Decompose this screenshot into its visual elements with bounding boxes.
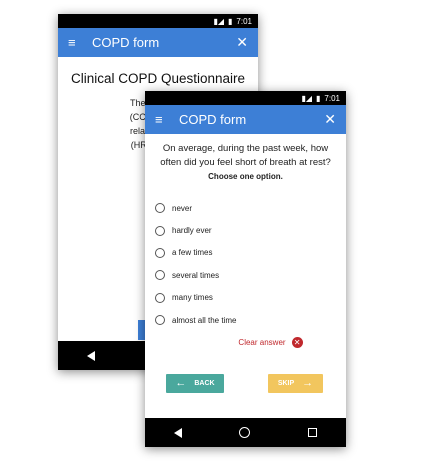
page-title: Clinical COPD Questionnaire bbox=[70, 71, 246, 86]
options-list: never hardly ever a few times several ti… bbox=[145, 197, 346, 331]
radio-button[interactable] bbox=[155, 292, 165, 303]
battery-icon: ▮ bbox=[316, 93, 321, 103]
option-a-few-times[interactable]: a few times bbox=[155, 242, 346, 264]
radio-button[interactable] bbox=[155, 247, 165, 258]
battery-icon: ▮ bbox=[228, 16, 233, 26]
status-time: 7:01 bbox=[236, 16, 252, 26]
clear-answer-button[interactable]: Clear answer ✕ bbox=[145, 337, 346, 349]
front-phone-screen: ▮◢ ▮ 7:01 ≡ COPD form ✕ On average, duri… bbox=[145, 91, 346, 447]
clear-answer-label: Clear answer bbox=[238, 338, 286, 348]
nav-bar bbox=[145, 418, 346, 447]
option-label: a few times bbox=[172, 248, 213, 258]
nav-back-icon[interactable] bbox=[86, 350, 95, 361]
radio-button[interactable] bbox=[155, 203, 165, 214]
app-bar: ≡ COPD form ✕ bbox=[58, 28, 258, 57]
radio-button[interactable] bbox=[155, 225, 165, 236]
nav-home-icon[interactable] bbox=[239, 427, 251, 438]
signal-icon: ▮◢ bbox=[213, 16, 225, 26]
option-label: never bbox=[172, 203, 193, 213]
status-time: 7:01 bbox=[324, 93, 340, 103]
nav-recent-icon[interactable] bbox=[308, 428, 318, 437]
radio-button[interactable] bbox=[155, 315, 165, 326]
menu-icon[interactable]: ≡ bbox=[155, 112, 171, 127]
option-label: almost all the time bbox=[172, 315, 237, 325]
menu-icon[interactable]: ≡ bbox=[68, 35, 84, 50]
status-bar: ▮◢ ▮ 7:01 bbox=[58, 14, 258, 28]
clear-circle-icon[interactable]: ✕ bbox=[291, 337, 303, 349]
skip-button-label: SKIP bbox=[277, 380, 295, 387]
option-several-times[interactable]: several times bbox=[155, 264, 346, 286]
app-bar: ≡ COPD form ✕ bbox=[145, 105, 346, 134]
question-text: On average, during the past week, how of… bbox=[160, 143, 331, 168]
radio-button[interactable] bbox=[155, 270, 165, 281]
option-almost-all-the-time[interactable]: almost all the time bbox=[155, 309, 346, 331]
option-hardly-ever[interactable]: hardly ever bbox=[155, 219, 346, 241]
option-many-times[interactable]: many times bbox=[155, 287, 346, 309]
app-title: COPD form bbox=[92, 35, 160, 50]
signal-icon: ▮◢ bbox=[301, 93, 313, 103]
option-label: many times bbox=[172, 293, 213, 303]
option-label: several times bbox=[172, 270, 220, 280]
arrow-left-icon: ← bbox=[175, 377, 187, 389]
option-label: hardly ever bbox=[172, 226, 212, 236]
status-bar: ▮◢ ▮ 7:01 bbox=[145, 91, 346, 105]
back-button[interactable]: ← BACK bbox=[166, 374, 224, 393]
skip-button[interactable]: SKIP → bbox=[268, 374, 323, 393]
close-icon[interactable]: ✕ bbox=[236, 34, 248, 51]
nav-back-icon[interactable] bbox=[173, 427, 182, 438]
instruction-text: Choose one option. bbox=[208, 172, 283, 181]
app-title: COPD form bbox=[179, 112, 247, 127]
close-icon[interactable]: ✕ bbox=[324, 111, 336, 128]
back-button-label: BACK bbox=[194, 380, 215, 387]
option-never[interactable]: never bbox=[155, 197, 346, 219]
arrow-right-icon: → bbox=[302, 377, 314, 389]
